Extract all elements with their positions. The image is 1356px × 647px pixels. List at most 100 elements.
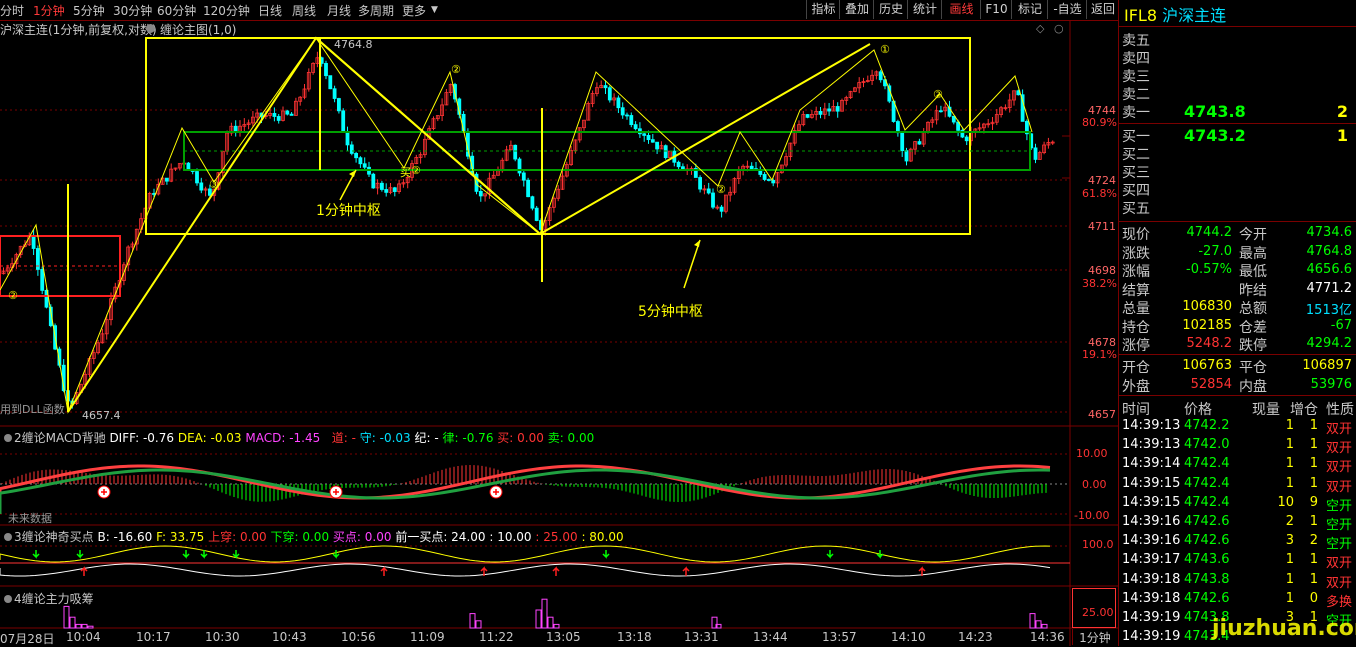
- period-tab[interactable]: 更多: [402, 2, 426, 19]
- ask-row[interactable]: 卖五: [1122, 30, 1354, 49]
- future-data-note: 未来数据: [8, 512, 52, 525]
- tick-cell: 双开: [1326, 479, 1353, 495]
- tick-cell: 1: [1285, 552, 1294, 568]
- tick-cell: 0: [1309, 590, 1318, 606]
- tick-row[interactable]: 14:39:16 4742.6 2 1 空开: [1122, 513, 1356, 533]
- indicator-settings-icon[interactable]: [146, 24, 155, 33]
- tick-cell: 14:39:19: [1122, 629, 1181, 645]
- bid-row[interactable]: 买一 4743.2 1: [1122, 126, 1354, 145]
- indicator-title[interactable]: 缠论主图(1,0): [160, 21, 236, 38]
- chart-area[interactable]: [0, 20, 1118, 646]
- tick-cell: 空开: [1326, 498, 1353, 514]
- period-tab[interactable]: 多周期: [358, 2, 394, 19]
- bid-row[interactable]: 买二: [1122, 144, 1354, 163]
- period-selector-button[interactable]: 1分钟: [1072, 629, 1117, 645]
- candle-body: [285, 110, 290, 115]
- toolbar-button[interactable]: 统计: [907, 0, 942, 19]
- tick-cell: 双开: [1326, 460, 1353, 476]
- candle-body: [362, 163, 367, 168]
- stat-value: 52854: [1190, 376, 1232, 392]
- period-tab[interactable]: 60分钟: [157, 2, 196, 19]
- candle-body: [324, 63, 328, 77]
- tick-row[interactable]: 14:39:15 4742.4 10 9 空开: [1122, 494, 1356, 514]
- bi-line: [0, 37, 1033, 414]
- accum-axis-label: 25.00: [1082, 606, 1114, 619]
- macd-settings-icon[interactable]: [4, 434, 12, 442]
- diamond-icon[interactable]: ◇: [1036, 22, 1044, 35]
- candle-body: [878, 71, 883, 81]
- accum-settings-icon[interactable]: [4, 595, 12, 603]
- stat-value: 4771.2: [1306, 280, 1353, 296]
- period-tab[interactable]: 5分钟: [73, 2, 105, 19]
- price-axis-label: 4724: [1088, 174, 1116, 187]
- period-tab[interactable]: 月线: [327, 2, 351, 19]
- buy-tag: 买: [400, 166, 411, 179]
- tick-row[interactable]: 14:39:16 4742.6 3 2 空开: [1122, 532, 1356, 552]
- stat-row: 总量 106830 总额 1513亿: [1122, 298, 1354, 318]
- chevron-down-icon[interactable]: ▼: [431, 5, 438, 15]
- toolbar-button[interactable]: 指标: [806, 0, 840, 19]
- toolbar-button[interactable]: 画线: [941, 0, 981, 19]
- candle-body: [818, 111, 823, 115]
- tick-cell: 空开: [1326, 518, 1353, 533]
- pct-axis-label: 19.1%: [1082, 348, 1117, 361]
- stat-label: 总量: [1122, 301, 1150, 317]
- sell-arrow: [602, 550, 610, 559]
- candle-body: [332, 88, 337, 99]
- tick-row[interactable]: 14:39:18 4743.8 1 1 双开: [1122, 571, 1356, 591]
- tick-row[interactable]: 14:39:13 4742.2 1 1 双开: [1122, 417, 1356, 437]
- period-tab[interactable]: 1分钟: [33, 2, 65, 19]
- tick-cell: 4743.6: [1184, 552, 1230, 568]
- bid-row[interactable]: 买五: [1122, 198, 1354, 217]
- accum-bar: [547, 616, 554, 629]
- close-icon[interactable]: ○: [1054, 22, 1064, 35]
- sell-arrow: [76, 550, 84, 559]
- candle-body: [289, 113, 294, 116]
- divider: [1119, 221, 1356, 222]
- tick-row[interactable]: 14:39:13 4742.0 1 1 双开: [1122, 436, 1356, 456]
- toolbar-button[interactable]: 返回: [1086, 0, 1119, 19]
- stat-row: 涨停 5248.2 跌停 4294.2: [1122, 335, 1354, 354]
- period-tab[interactable]: 分时: [0, 2, 24, 19]
- toolbar-button[interactable]: 标记: [1011, 0, 1048, 19]
- candle-body: [379, 182, 384, 190]
- toolbar-button[interactable]: F10: [980, 0, 1012, 19]
- candle-body: [711, 192, 715, 208]
- period-tab[interactable]: 120分钟: [203, 2, 250, 19]
- tick-cell: 多换: [1326, 594, 1353, 610]
- stat-label: 跌停: [1239, 338, 1267, 354]
- period-tab[interactable]: 30分钟: [113, 2, 152, 19]
- period-tab[interactable]: 周线: [292, 2, 316, 19]
- stat-label: 最低: [1239, 264, 1267, 280]
- tick-cell: 14:39:15: [1122, 494, 1181, 510]
- time-tick-label: 11:22: [479, 630, 514, 644]
- toolbar-button[interactable]: 叠加: [839, 0, 874, 19]
- bid-row[interactable]: 买四: [1122, 180, 1354, 199]
- toolbar-button[interactable]: 历史: [873, 0, 908, 19]
- period-tab[interactable]: 日线: [258, 2, 282, 19]
- buypoint-settings-icon[interactable]: [4, 533, 12, 541]
- tick-row[interactable]: 14:39:17 4743.6 1 1 双开: [1122, 551, 1356, 571]
- panel-divider: [1118, 0, 1119, 646]
- tick-cell: 双开: [1326, 575, 1353, 591]
- tick-cell: 14:39:17: [1122, 552, 1181, 568]
- ask-row[interactable]: 卖四: [1122, 48, 1354, 67]
- candle-body: [341, 110, 346, 132]
- time-axis: 07月28日 10:04 10:17 10:30 10:43 10:56 11:09 11:2…: [0, 629, 1070, 646]
- tick-row[interactable]: 14:39:15 4742.4 1 1 双开: [1122, 475, 1356, 495]
- wave-number: ①: [880, 43, 890, 56]
- toolbar-button[interactable]: -自选: [1047, 0, 1087, 19]
- candle-body: [706, 188, 711, 194]
- stat-row: 涨幅 -0.57% 最低 4656.6: [1122, 261, 1354, 280]
- tick-row[interactable]: 14:39:14 4742.4 1 1 双开: [1122, 455, 1356, 476]
- candle-body: [835, 106, 840, 112]
- candle-body: [603, 85, 608, 89]
- time-tick-label: 13:57: [822, 630, 857, 644]
- chart-title: 沪深主连(1分钟,前复权,对数): [0, 23, 157, 37]
- ask-row[interactable]: 卖一 4743.8 2: [1122, 102, 1354, 121]
- buypoint-axis-label: 100.0: [1082, 538, 1114, 551]
- bid-row[interactable]: 买三: [1122, 162, 1354, 181]
- tick-row[interactable]: 14:39:18 4742.6 1 0 多换: [1122, 590, 1356, 610]
- ask-row[interactable]: 卖二: [1122, 84, 1354, 103]
- ask-row[interactable]: 卖三: [1122, 66, 1354, 85]
